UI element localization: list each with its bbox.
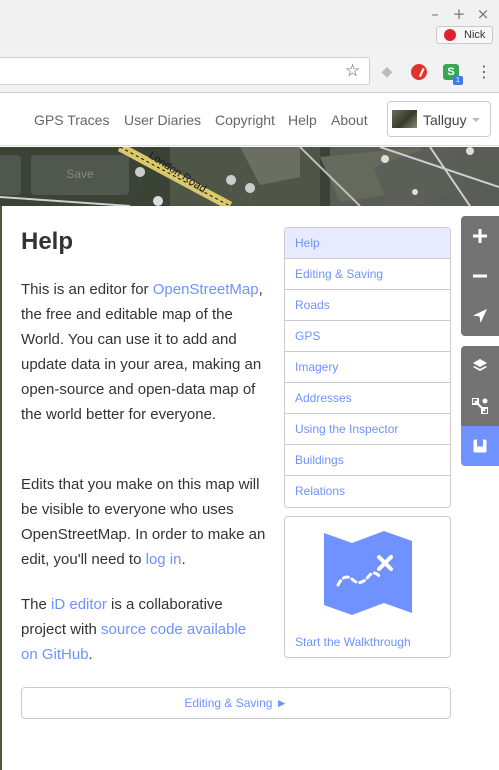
walkthrough-label: Start the Walkthrough — [295, 635, 411, 649]
nav-gps-traces[interactable]: GPS Traces — [34, 112, 109, 128]
save-button[interactable]: Save — [31, 155, 129, 195]
street-label: London Road — [146, 149, 208, 195]
nav-about[interactable]: About — [331, 112, 368, 128]
save-button-label: Save — [66, 167, 94, 181]
help-paragraph-edits: Edits that you make on this map will be … — [21, 472, 266, 572]
street-label-layer: London Road — [146, 149, 208, 195]
toc-item-roads[interactable]: Roads — [285, 290, 450, 321]
toc-item-gps[interactable]: GPS — [285, 321, 450, 352]
para3-text-before: The — [21, 596, 52, 613]
bookmark-star-icon[interactable]: ☆ — [345, 61, 360, 81]
address-bar[interactable]: ☆ — [0, 57, 370, 85]
profile-button[interactable]: Nick — [436, 26, 493, 44]
s-extension-icon[interactable]: S 1 — [443, 64, 463, 85]
zoom-out-icon — [473, 274, 487, 278]
help-pane: Help This is an editor for OpenStreetMap… — [2, 206, 460, 770]
geolocate-icon — [473, 309, 487, 323]
maximize-button[interactable]: + — [451, 6, 467, 22]
help-icon — [473, 439, 487, 453]
walkthrough-map-icon — [324, 531, 412, 615]
map-imagery[interactable]: Save London Road — [0, 147, 499, 206]
para3-text-after: . — [88, 646, 93, 663]
red-extension-icon[interactable] — [411, 64, 427, 80]
toc-item-relations[interactable]: Relations — [285, 476, 450, 507]
para2-text-before: Edits that you make on this map will be … — [21, 476, 266, 568]
toc-item-editing-saving[interactable]: Editing & Saving — [285, 259, 450, 290]
log-in-link[interactable]: log in — [146, 551, 182, 568]
help-paragraph-intro: This is an editor for OpenStreetMap, the… — [21, 277, 266, 427]
layers-button[interactable] — [461, 346, 499, 386]
toc-item-addresses[interactable]: Addresses — [285, 383, 450, 414]
para1-text-before: This is an editor for — [21, 281, 153, 298]
map-data-icon — [472, 398, 488, 414]
geolocate-button[interactable] — [461, 296, 499, 336]
toc-item-help[interactable]: Help — [285, 228, 450, 259]
browser-titlebar: – + × Nick — [0, 0, 499, 50]
dropbox-icon[interactable]: ◆ — [379, 64, 395, 80]
profile-name: Nick — [464, 29, 486, 41]
nav-help[interactable]: Help — [288, 112, 317, 128]
help-paragraph-project: The iD editor is a collaborative project… — [21, 592, 266, 667]
toc-item-buildings[interactable]: Buildings — [285, 445, 450, 476]
browser-toolbar: ☆ ◆ S 1 ⋮ — [0, 50, 499, 93]
toc-item-using-inspector[interactable]: Using the Inspector — [285, 414, 450, 445]
help-toc: Help Editing & Saving Roads GPS Imagery … — [284, 227, 451, 508]
id-editor-link[interactable]: iD editor — [51, 596, 107, 613]
minimize-button[interactable]: – — [427, 6, 443, 22]
next-section-button[interactable]: Editing & Saving ► — [21, 687, 451, 719]
layers-icon — [473, 359, 487, 371]
nav-user-diaries[interactable]: User Diaries — [124, 112, 201, 128]
map-data-button[interactable] — [461, 386, 499, 426]
para1-text-after: , the free and editable map of the World… — [21, 281, 263, 423]
extension-badge: 1 — [453, 76, 463, 85]
walkthrough-button[interactable]: Start the Walkthrough — [284, 516, 451, 658]
close-window-button[interactable]: × — [475, 6, 491, 22]
osm-header: GPS Traces User Diaries Copyright Help A… — [0, 94, 499, 146]
zoom-in-icon — [473, 229, 487, 243]
map-toolbar-button[interactable] — [0, 155, 21, 195]
page-title: Help — [21, 228, 74, 255]
toc-item-imagery[interactable]: Imagery — [285, 352, 450, 383]
help-button[interactable] — [461, 426, 499, 466]
openstreetmap-link[interactable]: OpenStreetMap — [153, 281, 259, 298]
user-menu-button[interactable]: Tallguy — [387, 101, 491, 137]
zoom-in-button[interactable] — [461, 216, 499, 256]
profile-avatar-icon — [444, 29, 456, 41]
browser-menu-icon[interactable]: ⋮ — [476, 62, 492, 82]
zoom-out-button[interactable] — [461, 256, 499, 296]
para2-text-after: . — [181, 551, 186, 568]
username: Tallguy — [423, 112, 467, 128]
chevron-down-icon — [472, 118, 480, 122]
user-avatar — [392, 110, 417, 128]
nav-copyright[interactable]: Copyright — [215, 112, 275, 128]
